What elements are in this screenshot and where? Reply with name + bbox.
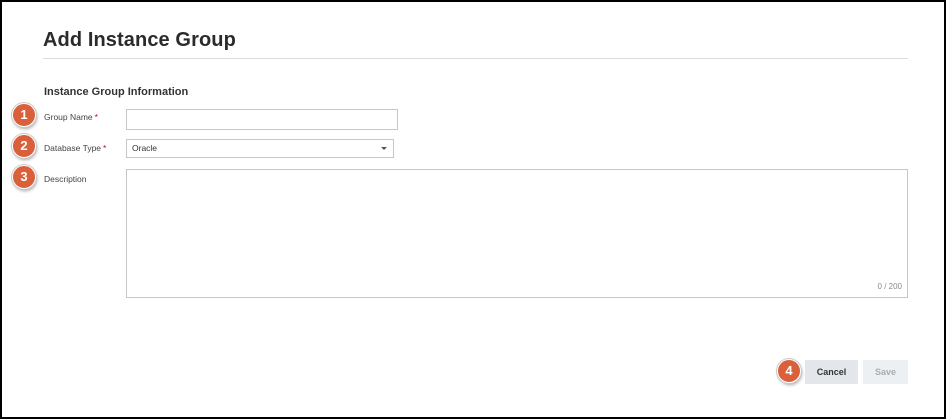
page-title: Add Instance Group bbox=[43, 29, 236, 51]
caret-down-icon bbox=[381, 147, 387, 150]
group-name-label-text: Group Name bbox=[44, 112, 93, 122]
group-name-label: Group Name * bbox=[44, 112, 98, 122]
database-type-select[interactable]: Oracle bbox=[126, 139, 394, 158]
group-name-input[interactable] bbox=[126, 109, 398, 130]
title-divider bbox=[43, 58, 908, 59]
required-asterisk: * bbox=[94, 112, 98, 122]
section-heading: Instance Group Information bbox=[44, 86, 189, 98]
step-marker-2: 2 bbox=[12, 134, 36, 158]
step-marker-1: 1 bbox=[12, 103, 36, 127]
dialog-frame: Add Instance Group Instance Group Inform… bbox=[0, 0, 946, 419]
required-asterisk: * bbox=[103, 143, 107, 153]
cancel-button[interactable]: Cancel bbox=[805, 360, 858, 384]
save-button[interactable]: Save bbox=[863, 360, 908, 384]
character-counter: 0 / 200 bbox=[877, 282, 902, 291]
database-type-value: Oracle bbox=[132, 143, 158, 153]
description-label: Description bbox=[44, 174, 87, 184]
step-marker-3: 3 bbox=[12, 165, 36, 189]
description-textarea[interactable]: 0 / 200 bbox=[126, 169, 908, 298]
step-marker-4: 4 bbox=[777, 359, 801, 383]
database-type-label: Database Type * bbox=[44, 143, 106, 153]
database-type-label-text: Database Type bbox=[44, 143, 102, 153]
